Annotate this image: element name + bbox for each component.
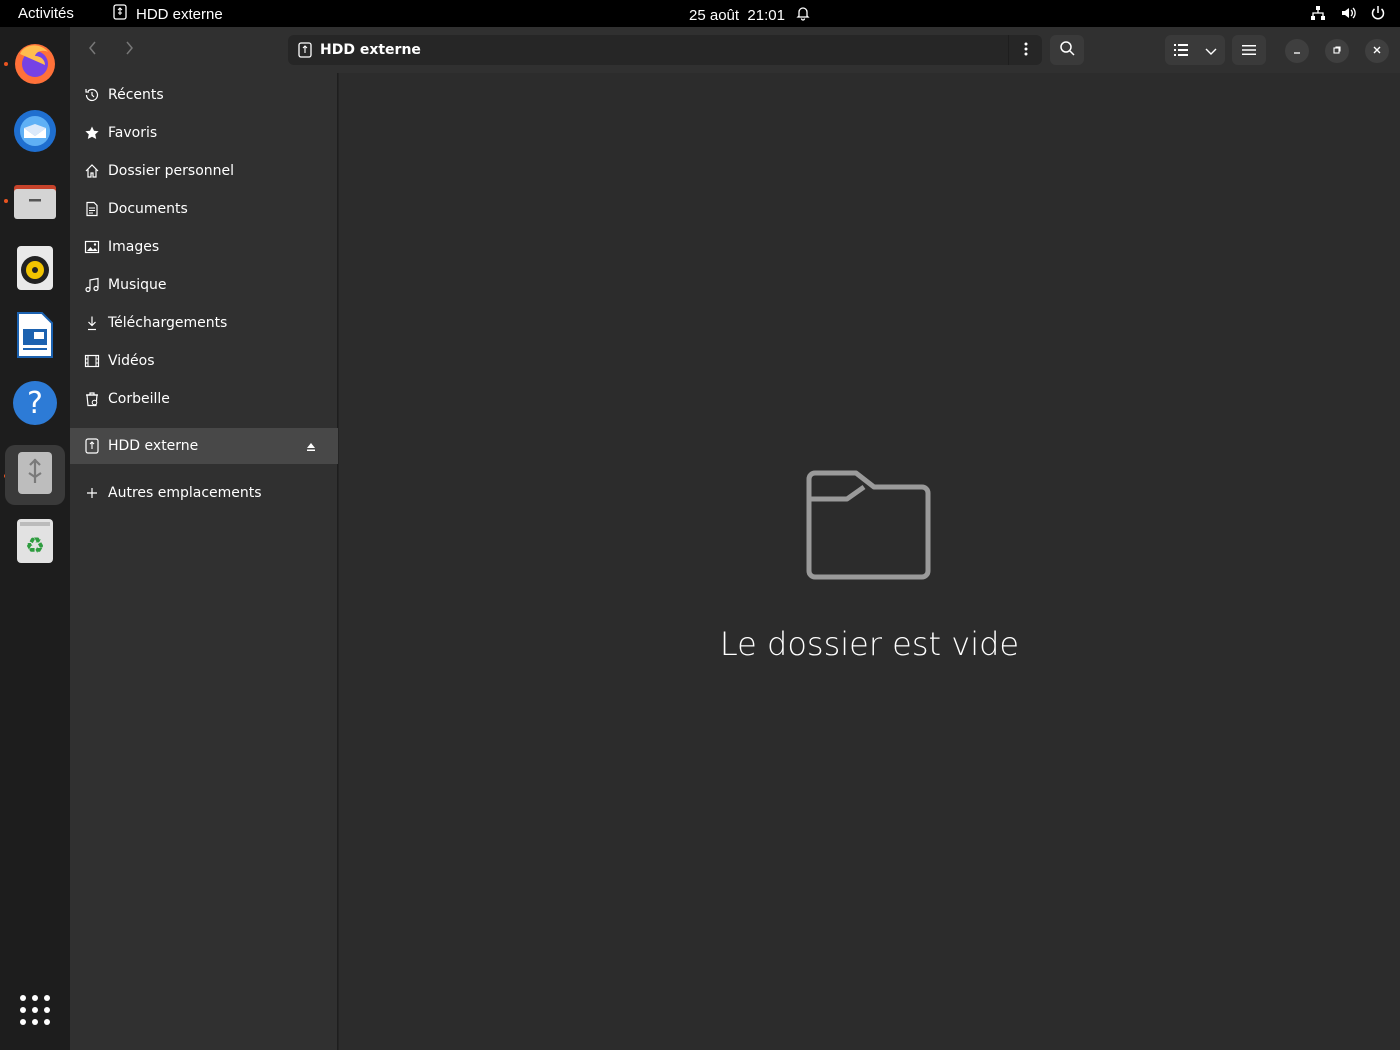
- sidebar-item-trash[interactable]: Corbeille: [70, 381, 338, 417]
- sidebar-item-label: Téléchargements: [108, 315, 228, 331]
- sidebar-item-documents[interactable]: Documents: [70, 191, 338, 227]
- close-button[interactable]: [1365, 39, 1389, 63]
- app-menu[interactable]: HDD externe: [112, 4, 223, 24]
- vertical-dots-icon: [1024, 41, 1028, 60]
- files-icon: [12, 177, 58, 227]
- view-mode-button[interactable]: [1165, 35, 1225, 65]
- path-current-folder[interactable]: HDD externe: [320, 42, 421, 58]
- dock-help[interactable]: ?: [5, 375, 65, 435]
- system-tray[interactable]: [1310, 5, 1386, 25]
- folder-icon: [805, 469, 933, 585]
- chevron-right-icon: [123, 40, 135, 61]
- bell-icon: [795, 5, 811, 25]
- usb-drive-icon: [83, 437, 101, 455]
- sidebar-item-label: Documents: [108, 201, 188, 217]
- home-icon: [83, 162, 101, 180]
- grid-icon: [19, 994, 51, 1030]
- path-bar[interactable]: HDD externe: [288, 35, 1042, 65]
- video-icon: [83, 352, 101, 370]
- dock-show-apps[interactable]: [5, 982, 65, 1042]
- header-bar: HDD externe: [70, 27, 1400, 73]
- trash-icon: ♻: [16, 518, 54, 568]
- writer-icon: [15, 311, 55, 363]
- clock-label: 25 août 21:01: [689, 6, 785, 24]
- list-view-icon: [1173, 41, 1188, 60]
- restore-icon: [1332, 44, 1342, 58]
- dock-usb-drive[interactable]: [5, 445, 65, 505]
- help-icon: ?: [12, 380, 58, 430]
- files-window: HDD externe Récents Favoris Dossier pers…: [70, 27, 1400, 1050]
- sidebar-item-home[interactable]: Dossier personnel: [70, 153, 338, 189]
- empty-folder-message: Le dossier est vide: [719, 625, 1020, 663]
- activities-button[interactable]: Activités: [18, 5, 74, 22]
- dock-thunderbird[interactable]: [5, 103, 65, 163]
- image-icon: [83, 238, 101, 256]
- minimize-button[interactable]: [1285, 39, 1309, 63]
- music-icon: [83, 276, 101, 294]
- sidebar-item-music[interactable]: Musique: [70, 267, 338, 303]
- minimize-icon: [1292, 44, 1302, 58]
- sidebar-item-favorites[interactable]: Favoris: [70, 115, 338, 151]
- download-icon: [83, 314, 101, 332]
- clock[interactable]: 25 août 21:01: [689, 5, 811, 25]
- sidebar: Récents Favoris Dossier personnel Docume…: [70, 73, 338, 1050]
- sidebar-item-label: Vidéos: [108, 353, 155, 369]
- dock-files[interactable]: [5, 172, 65, 232]
- svg-text:♻: ♻: [25, 534, 45, 559]
- chevron-down-icon[interactable]: [1205, 41, 1217, 60]
- close-icon: [1372, 44, 1382, 58]
- plus-icon: [83, 484, 101, 502]
- rhythmbox-icon: [15, 244, 55, 296]
- clock-icon: [83, 86, 101, 104]
- thunderbird-icon: [11, 107, 59, 159]
- path-menu-button[interactable]: [1008, 35, 1042, 65]
- svg-text:?: ?: [27, 386, 43, 421]
- maximize-button[interactable]: [1325, 39, 1349, 63]
- search-button[interactable]: [1050, 35, 1084, 65]
- sidebar-item-downloads[interactable]: Téléchargements: [70, 305, 338, 341]
- dock-trash[interactable]: ♻: [5, 513, 65, 573]
- chevron-left-icon: [87, 40, 99, 61]
- search-icon: [1059, 40, 1075, 60]
- sidebar-item-videos[interactable]: Vidéos: [70, 343, 338, 379]
- sidebar-item-label: Dossier personnel: [108, 163, 235, 179]
- sidebar-item-recents[interactable]: Récents: [70, 77, 338, 113]
- volume-icon: [1340, 5, 1356, 25]
- power-icon: [1370, 5, 1386, 25]
- usb-drive-icon: [112, 4, 128, 24]
- sidebar-item-label: Favoris: [108, 125, 158, 141]
- eject-icon[interactable]: [306, 440, 316, 456]
- trash-icon: [83, 390, 101, 408]
- dock: ? ♻: [0, 27, 70, 1050]
- sidebar-item-other-locations[interactable]: Autres emplacements: [70, 475, 338, 511]
- sidebar-item-hdd-externe[interactable]: HDD externe: [70, 428, 338, 464]
- sidebar-item-label: Musique: [108, 277, 167, 293]
- back-button[interactable]: [76, 35, 110, 65]
- top-bar: Activités HDD externe 25 août 21:01: [0, 0, 1400, 27]
- usb-drive-icon: [17, 451, 53, 499]
- sidebar-item-label: HDD externe: [108, 438, 199, 454]
- sidebar-item-label: Récents: [108, 87, 164, 103]
- main-menu-button[interactable]: [1232, 35, 1266, 65]
- file-view[interactable]: Le dossier est vide: [339, 73, 1400, 1050]
- sidebar-item-images[interactable]: Images: [70, 229, 338, 265]
- hamburger-icon: [1242, 41, 1256, 60]
- sidebar-item-label: Corbeille: [108, 391, 170, 407]
- forward-button[interactable]: [112, 35, 146, 65]
- dock-writer[interactable]: [5, 307, 65, 367]
- app-menu-label: HDD externe: [136, 5, 223, 23]
- star-icon: [83, 124, 101, 142]
- firefox-icon: [12, 40, 58, 90]
- dock-firefox[interactable]: [5, 35, 65, 95]
- dock-rhythmbox[interactable]: [5, 240, 65, 300]
- sidebar-item-label: Images: [108, 239, 160, 255]
- document-icon: [83, 200, 101, 218]
- network-icon: [1310, 5, 1326, 25]
- sidebar-item-label: Autres emplacements: [108, 485, 262, 501]
- usb-drive-icon: [298, 42, 312, 58]
